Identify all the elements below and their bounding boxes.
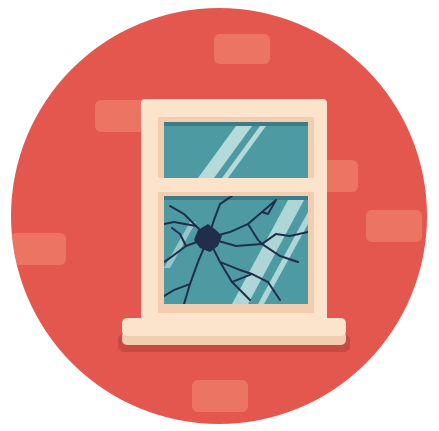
broken-window-icon: [11, 8, 427, 424]
window-sill: [122, 318, 346, 336]
brick: [366, 210, 422, 242]
brick: [214, 34, 270, 64]
brick: [322, 160, 358, 192]
bottom-glass-pane: [164, 196, 308, 304]
brick: [11, 233, 66, 265]
broken-window-illustration: [0, 0, 439, 431]
top-glass-pane: [164, 122, 308, 178]
brick: [192, 380, 248, 412]
